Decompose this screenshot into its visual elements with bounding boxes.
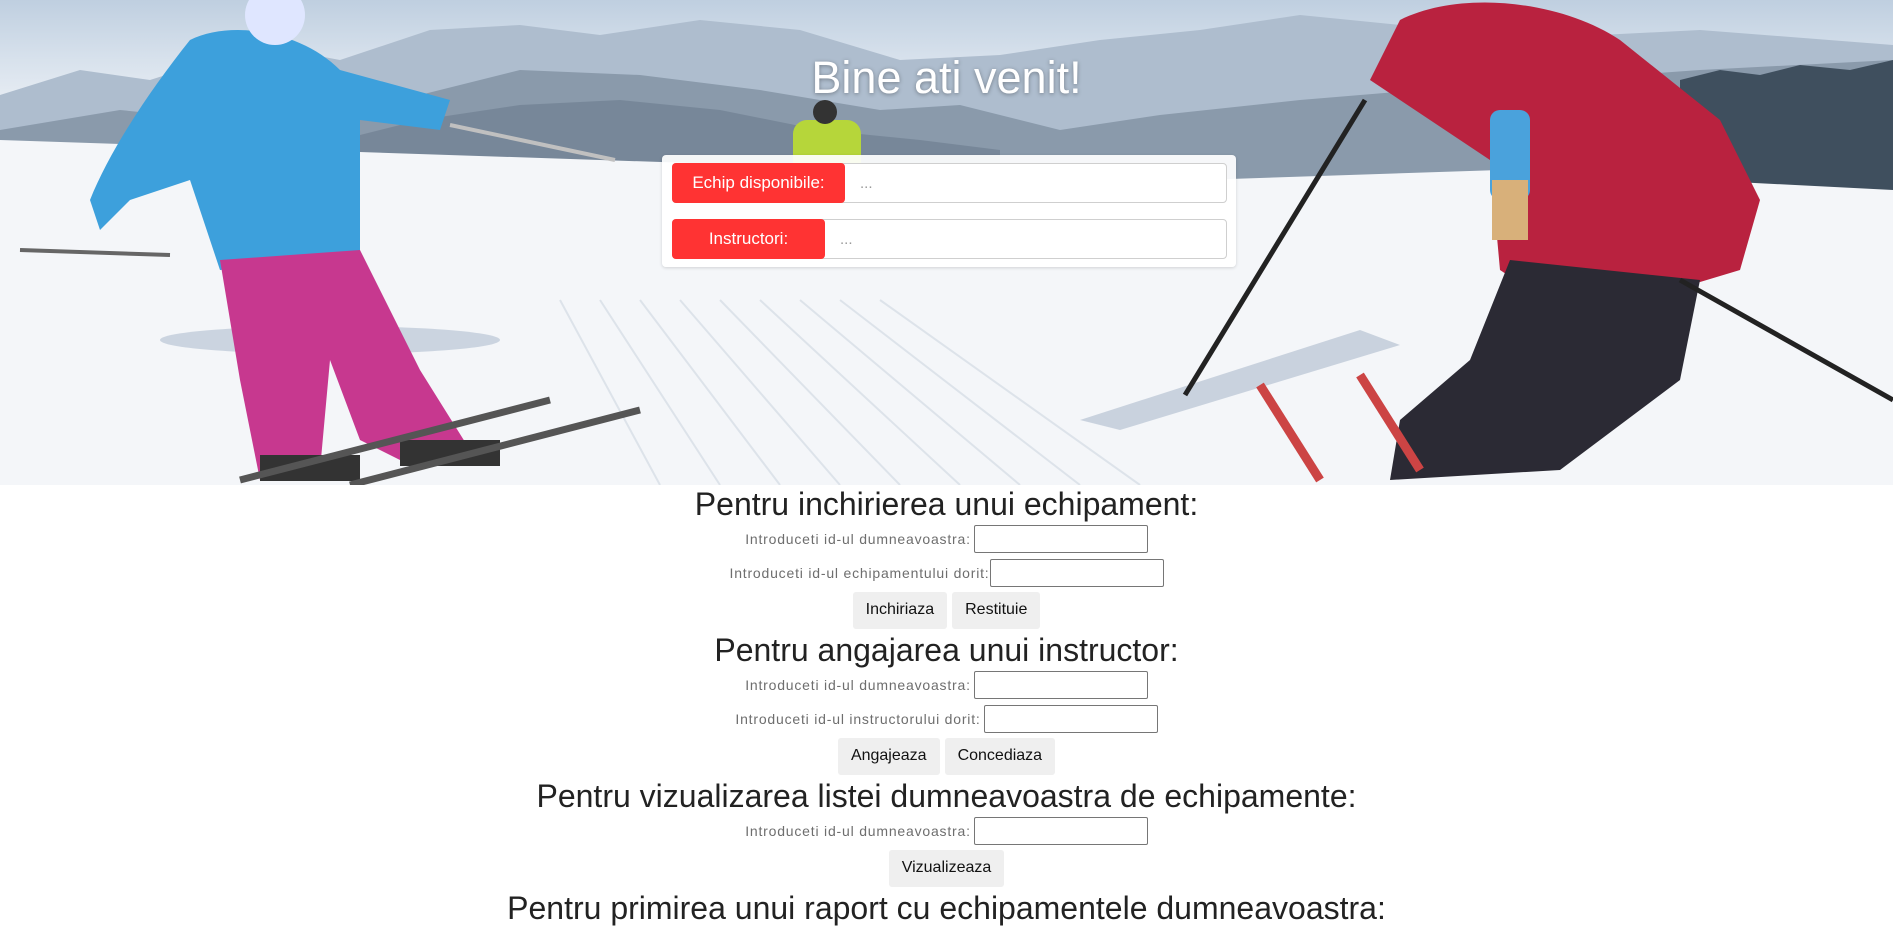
hire-instructor-id-input[interactable] xyxy=(983,705,1158,733)
instructors-availability-row: Instructori: ... xyxy=(672,219,1227,259)
availability-panel: Echip disponibile: ... Instructori: ... xyxy=(662,155,1236,267)
rent-button[interactable]: Inchiriaza xyxy=(852,591,948,629)
instructors-availability-label: Instructori: xyxy=(672,219,825,259)
forms-area: Pentru inchirierea unui echipament: Intr… xyxy=(0,485,1893,926)
instructors-availability-value: ... xyxy=(840,230,853,248)
hire-instructor-id-row: Introduceti id-ul instructorului dorit: xyxy=(0,702,1893,736)
equipment-availability-row: Echip disponibile: ... xyxy=(672,163,1227,203)
view-button[interactable]: Vizualizeaza xyxy=(888,849,1005,887)
view-equipment-section: Pentru vizualizarea listei dumneavoastra… xyxy=(0,778,1893,888)
fire-button[interactable]: Concediaza xyxy=(944,737,1056,775)
welcome-title: Bine ati venit! xyxy=(811,52,1082,103)
hire-user-id-input[interactable] xyxy=(973,671,1148,699)
report-section-title: Pentru primirea unui raport cu echipamen… xyxy=(507,890,1386,926)
rent-section-title: Pentru inchirierea unui echipament: xyxy=(694,486,1199,522)
equipment-availability-value: ... xyxy=(860,174,873,192)
hire-buttons: Angajeaza Concediaza xyxy=(0,736,1893,776)
view-section-title: Pentru vizualizarea listei dumneavoastra… xyxy=(536,778,1357,814)
rent-equipment-id-row: Introduceti id-ul echipamentului dorit: xyxy=(0,556,1893,590)
hire-button[interactable]: Angajeaza xyxy=(837,737,940,775)
hire-section-title: Pentru angajarea unui instructor: xyxy=(714,632,1179,668)
hire-user-id-row: Introduceti id-ul dumneavoastra: xyxy=(0,668,1893,702)
hire-instructor-id-label: Introduceti id-ul instructorului dorit: xyxy=(735,711,981,727)
view-buttons: Vizualizeaza xyxy=(0,848,1893,888)
view-user-id-row: Introduceti id-ul dumneavoastra: xyxy=(0,814,1893,848)
rent-buttons: Inchiriaza Restituie xyxy=(0,590,1893,630)
view-user-id-input[interactable] xyxy=(973,817,1148,845)
rent-equipment-id-label: Introduceti id-ul echipamentului dorit: xyxy=(729,565,990,581)
equipment-availability-label: Echip disponibile: xyxy=(672,163,845,203)
hire-instructor-section: Pentru angajarea unui instructor: Introd… xyxy=(0,632,1893,776)
hire-user-id-label: Introduceti id-ul dumneavoastra: xyxy=(745,677,971,693)
rent-equipment-section: Pentru inchirierea unui echipament: Intr… xyxy=(0,486,1893,630)
rent-user-id-row: Introduceti id-ul dumneavoastra: xyxy=(0,522,1893,556)
return-button[interactable]: Restituie xyxy=(952,591,1041,629)
rent-equipment-id-input[interactable] xyxy=(989,559,1164,587)
rent-user-id-label: Introduceti id-ul dumneavoastra: xyxy=(745,531,971,547)
report-section: Pentru primirea unui raport cu echipamen… xyxy=(0,890,1893,926)
hero-banner: Bine ati venit! Echip disponibile: ... I… xyxy=(0,0,1893,485)
view-user-id-label: Introduceti id-ul dumneavoastra: xyxy=(745,823,971,839)
rent-user-id-input[interactable] xyxy=(973,525,1148,553)
